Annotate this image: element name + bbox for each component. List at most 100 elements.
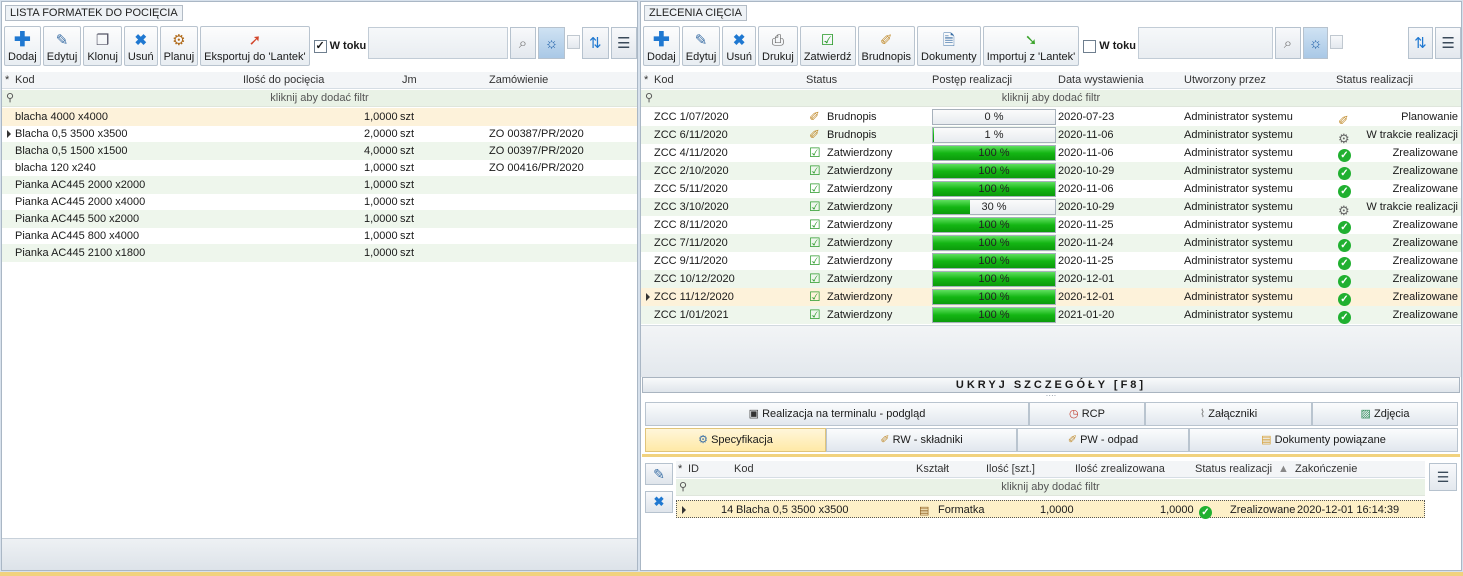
cell-jm: szt — [400, 247, 415, 259]
search-input[interactable] — [368, 27, 508, 59]
table-row[interactable]: Pianka AC445 800 x4000 1,0000 szt — [2, 227, 637, 245]
col-kod[interactable]: Kod — [734, 463, 754, 475]
col-id[interactable]: ID — [688, 463, 699, 475]
search-input[interactable] — [1137, 27, 1274, 59]
clone-button[interactable]: ❐ Klonuj — [83, 26, 122, 66]
plan-button[interactable]: ⚙ Planuj — [159, 26, 199, 66]
tab-terminal-preview[interactable]: ▣ Realizacja na terminalu - podgląd — [645, 402, 1029, 426]
table-row[interactable]: Blacha 0,5 3500 x3500 2,0000 szt ZO 0038… — [2, 125, 637, 143]
table-row[interactable]: Pianka AC445 2000 x2000 1,0000 szt — [2, 176, 637, 194]
documents-button[interactable]: 🗎 Dokumenty — [917, 26, 981, 66]
table-row[interactable]: ZCC 8/11/2020 ☑ Zatwierdzony 100 % 2020-11-2… — [641, 216, 1461, 234]
w-toku-checkbox[interactable]: W toku — [1083, 26, 1136, 66]
filter-settings-button[interactable]: ☼ — [1302, 27, 1329, 59]
col-jm[interactable]: Jm — [402, 74, 417, 86]
delete-button[interactable]: ✖ Usuń — [123, 26, 158, 66]
table-row[interactable]: ZCC 1/01/2021 ☑ Zatwierdzony 100 % 2021-01-2… — [641, 306, 1461, 324]
col-ilosc[interactable]: Ilość do pocięcia — [243, 74, 324, 86]
refresh-button[interactable]: ⇅ — [582, 27, 609, 59]
col-ksztalt[interactable]: Kształt — [916, 463, 949, 475]
table-row[interactable]: blacha 120 x240 1,0000 szt ZO 00416/PR/2… — [2, 159, 637, 177]
table-row[interactable]: Blacha 0,5 1500 x1500 4,0000 szt ZO 0039… — [2, 142, 637, 160]
filter-pin-icon: ⚲ — [6, 92, 15, 104]
details-edit-button[interactable]: ✎ — [645, 463, 673, 485]
tab-attachments[interactable]: ⌇ Załączniki — [1145, 402, 1312, 426]
draft-button[interactable]: ✐ Brudnopis — [857, 26, 916, 66]
printer-icon: ⎙ — [771, 32, 784, 49]
table-row[interactable]: ZCC 5/11/2020 ☑ Zatwierdzony 100 % 2020-11-0… — [641, 180, 1461, 198]
cell-status-realizacji: Zrealizowane — [1230, 504, 1296, 516]
list-options-button[interactable]: ☰ — [610, 27, 637, 59]
table-row[interactable]: ZCC 10/12/2020 ☑ Zatwierdzony 100 % 2020-12-… — [641, 270, 1461, 288]
col-status[interactable]: Status — [806, 74, 837, 86]
table-row[interactable]: ZCC 2/10/2020 ☑ Zatwierdzony 100 % 2020-10-2… — [641, 162, 1461, 180]
spec-icon: ⚙ — [698, 434, 709, 446]
table-row[interactable]: ZCC 3/10/2020 ☑ Zatwierdzony 30 % 2020-10-29… — [641, 198, 1461, 218]
table-row[interactable]: ZCC 9/11/2020 ☑ Zatwierdzony 100 % 2020-11-2… — [641, 252, 1461, 270]
cell-ilosc-zrealizowana: 1,0000 — [1160, 504, 1194, 516]
edit-order-button[interactable]: ✎ Edytuj — [681, 26, 721, 66]
tab-rcp[interactable]: ◷ RCP — [1029, 402, 1145, 426]
cell-kod: blacha 120 x240 — [15, 162, 96, 174]
delete-order-button[interactable]: ✖ Usuń — [722, 26, 757, 66]
details-list-options-button[interactable]: ☰ — [1429, 463, 1457, 491]
table-row[interactable]: ZCC 7/11/2020 ☑ Zatwierdzony 100 % 2020-11-2… — [641, 234, 1461, 252]
col-utworzony[interactable]: Utworzony przez — [1184, 74, 1266, 86]
filter-settings-button[interactable]: ☼ — [538, 27, 565, 59]
cell-status: Brudnopis — [827, 111, 877, 123]
progress-label: 100 % — [978, 183, 1010, 195]
tab-specification[interactable]: ⚙ Specyfikacja — [645, 428, 826, 452]
documents-icon: 🗎 — [942, 32, 955, 49]
cell-status: Zatwierdzony — [827, 219, 893, 231]
col-kod[interactable]: Kod — [654, 74, 674, 86]
col-status-realizacji[interactable]: Status realizacji — [1195, 463, 1272, 475]
table-row[interactable]: ZCC 4/11/2020 ☑ Zatwierdzony 100 % 2020-11-0… — [641, 144, 1461, 162]
search-button[interactable]: ⌕ — [509, 27, 537, 59]
draft-label: Brudnopis — [861, 51, 912, 63]
left-filter-row[interactable]: ⚲ kliknij aby dodać filtr — [2, 90, 637, 107]
search-button[interactable]: ⌕ — [1275, 27, 1301, 59]
table-row[interactable]: ZCC 1/07/2020 ✐ Brudnopis 0 % 2020-07-23 Admi… — [641, 108, 1461, 128]
splitter-handle[interactable]: ···· — [641, 392, 1461, 401]
right-filter-row[interactable]: ⚲ kliknij aby dodać filtr — [641, 90, 1461, 107]
checkbox-box[interactable]: ✓ — [313, 39, 327, 53]
tab-rw-components[interactable]: ✐ RW - składniki — [826, 428, 1017, 452]
print-button[interactable]: ⎙ Drukuj — [758, 26, 798, 66]
table-row[interactable]: Pianka AC445 2000 x4000 1,0000 szt — [2, 193, 637, 211]
col-zakonczenie[interactable]: Zakończenie — [1295, 463, 1357, 475]
table-row[interactable]: Pianka AC445 500 x2000 1,0000 szt — [2, 210, 637, 228]
tab-label: PW - odpad — [1080, 434, 1139, 446]
add-button[interactable]: ✚ Dodaj — [4, 26, 41, 66]
col-ilosc-zrealizowana[interactable]: Ilość zrealizowana — [1075, 463, 1165, 475]
checkbox-box[interactable] — [1083, 39, 1097, 53]
details-delete-button[interactable]: ✖ — [645, 491, 673, 513]
w-toku-checkbox[interactable]: ✓ W toku — [313, 26, 366, 66]
col-data[interactable]: Data wystawienia — [1058, 74, 1144, 86]
option-toggle[interactable] — [566, 35, 581, 49]
table-row[interactable]: ZCC 11/12/2020 ☑ Zatwierdzony 100 % 2020-12-… — [641, 288, 1461, 306]
col-postep[interactable]: Postęp realizacji — [932, 74, 1012, 86]
tab-related-documents[interactable]: ▤ Dokumenty powiązane — [1189, 428, 1458, 452]
col-status-realizacji[interactable]: Status realizacji — [1336, 74, 1413, 86]
table-row[interactable]: ZCC 6/11/2020 ✐ Brudnopis 1 % 2020-11-06 Admi… — [641, 126, 1461, 146]
col-ilosc[interactable]: Ilość [szt.] — [986, 463, 1035, 475]
approve-button[interactable]: ☑ Zatwierdź — [799, 26, 856, 66]
add-order-button[interactable]: ✚ Dodaj — [643, 26, 680, 66]
list-options-button[interactable]: ☰ — [1435, 27, 1461, 59]
refresh-button[interactable]: ⇅ — [1407, 27, 1434, 59]
details-filter-row[interactable]: ⚲ kliknij aby dodać filtr — [676, 479, 1425, 496]
option-toggle[interactable] — [1330, 35, 1344, 49]
tab-pw-waste[interactable]: ✐ PW - odpad — [1017, 428, 1189, 452]
table-row[interactable]: blacha 4000 x4000 1,0000 szt — [2, 108, 637, 126]
progress-label: 100 % — [978, 273, 1010, 285]
edit-button[interactable]: ✎ Edytuj — [42, 26, 82, 66]
import-lantek-button[interactable]: ➘ Importuj z 'Lantek' — [982, 26, 1080, 66]
export-lantek-button[interactable]: ➚ Eksportuj do 'Lantek' — [200, 26, 310, 66]
col-kod[interactable]: Kod — [15, 74, 35, 86]
table-row[interactable]: Pianka AC445 2100 x1800 1,0000 szt — [2, 244, 637, 262]
tab-photos[interactable]: ▨ Zdjęcia — [1312, 402, 1458, 426]
table-row[interactable]: 14 Blacha 0,5 3500 x3500 ▤ Formatka 1,00… — [676, 500, 1425, 519]
cell-data: 2021-01-20 — [1058, 309, 1115, 321]
col-zamowienie[interactable]: Zamówienie — [489, 74, 548, 86]
delete-icon: ✖ — [732, 32, 746, 49]
